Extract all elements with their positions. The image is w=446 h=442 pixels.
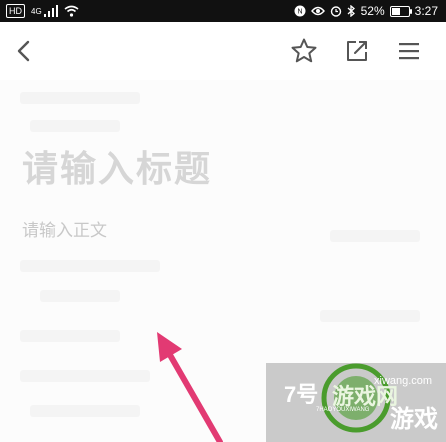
body-input-placeholder[interactable]: 请输入正文 (22, 216, 107, 241)
clock: 3:27 (414, 4, 438, 18)
app-header (0, 22, 446, 81)
battery-icon (389, 5, 412, 17)
favorite-button[interactable] (286, 33, 322, 69)
alarm-icon (330, 6, 341, 17)
status-bar: HD 4G N 52% 3:27 (0, 0, 446, 22)
wifi-icon (64, 5, 79, 17)
back-arrow-icon (17, 40, 30, 62)
share-icon (347, 41, 367, 61)
watermark-brand-number: 7号 (284, 382, 319, 407)
star-icon (291, 38, 317, 63)
title-input-placeholder[interactable]: 请输入标题 (22, 140, 212, 192)
svg-text:N: N (297, 9, 302, 16)
menu-icon (399, 43, 419, 60)
share-button[interactable] (339, 33, 375, 69)
watermark-slogan: 游戏 (390, 406, 438, 433)
status-left: HD 4G (0, 4, 79, 18)
watermark-url: xiwang.com (374, 375, 433, 387)
watermark: 7号 游戏网 xiwang.com 7HAOYOUXIWANG 游戏 (266, 363, 446, 442)
menu-button[interactable] (391, 33, 427, 69)
bluetooth-icon (347, 5, 355, 17)
network-type: 4G (31, 7, 42, 16)
status-right: N 52% 3:27 (294, 4, 446, 18)
nfc-icon: N (294, 5, 306, 17)
pointer-arrow-annotation (157, 332, 223, 442)
back-button[interactable] (6, 33, 42, 69)
watermark-pinyin: 7HAOYOUXIWANG (316, 407, 370, 413)
hd-chip: HD (6, 4, 25, 18)
signal-icon (43, 5, 58, 17)
eye-icon (310, 6, 325, 16)
battery-percent: 52% (360, 4, 385, 18)
